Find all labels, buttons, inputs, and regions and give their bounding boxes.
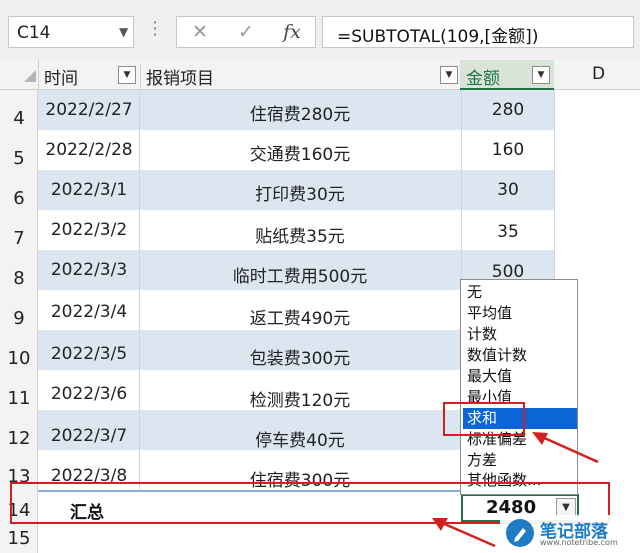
watermark-logo-icon: [506, 519, 534, 547]
annotation-arrow-sum: [539, 434, 599, 464]
annotation-arrows: [432, 432, 599, 548]
pencil-icon: [514, 528, 526, 542]
annotation-arrow-total: [439, 520, 496, 548]
watermark: 笔记部落 www.notetribe.com: [500, 515, 640, 553]
watermark-url: www.notetribe.com: [540, 538, 618, 547]
